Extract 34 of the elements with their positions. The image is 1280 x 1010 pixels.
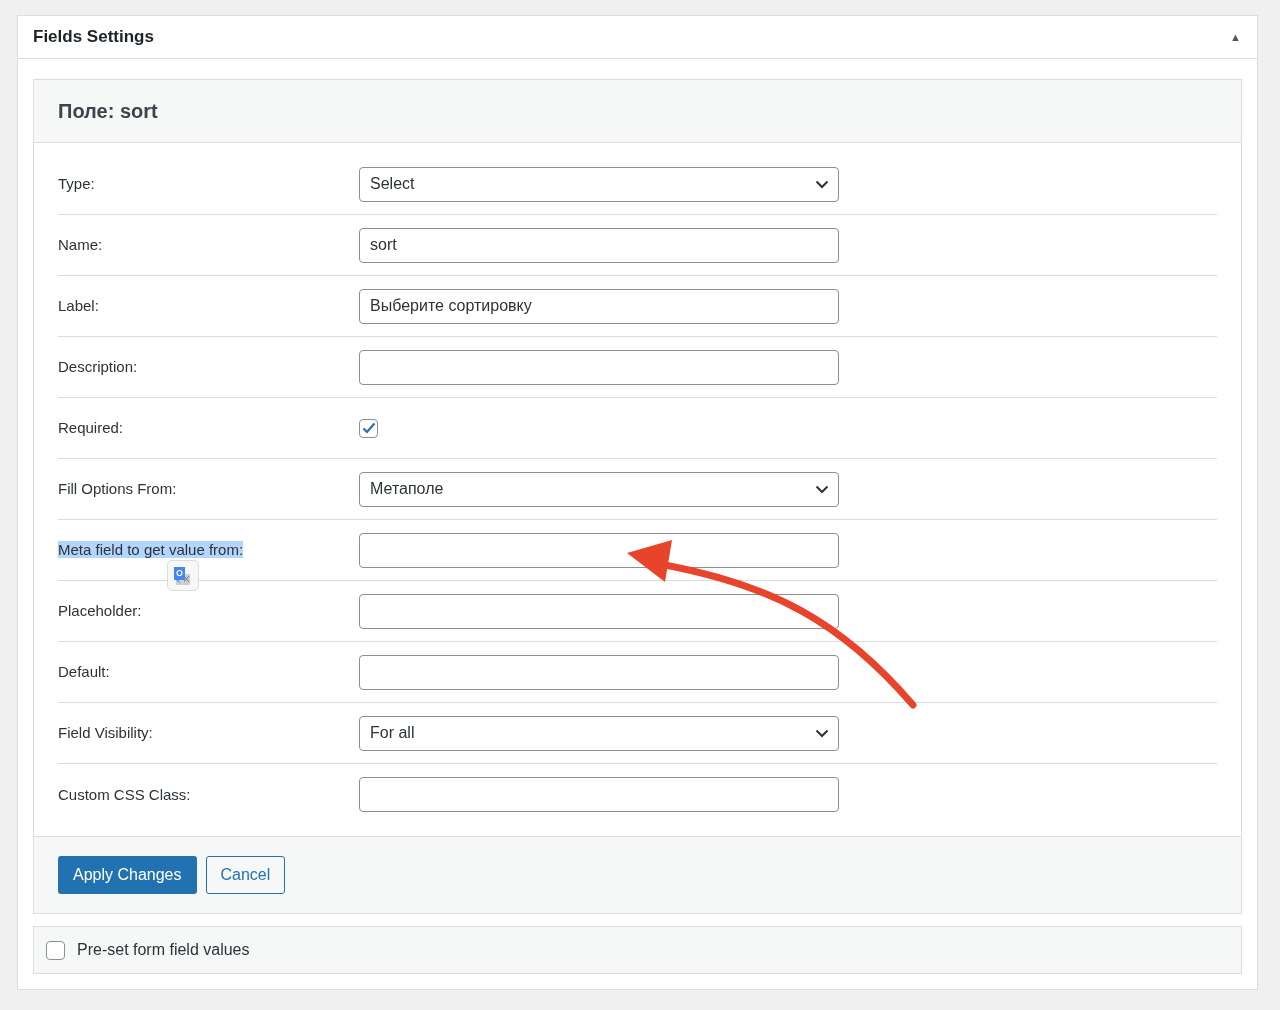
checkbox-label: Pre-set form field values bbox=[77, 940, 250, 960]
field-label: Description: bbox=[58, 358, 138, 375]
input-field[interactable] bbox=[359, 349, 839, 385]
field-label: Default: bbox=[58, 663, 110, 680]
field-label: Fill Options From: bbox=[58, 480, 177, 497]
collapse-toggle[interactable]: ▲ bbox=[1230, 28, 1241, 46]
field-label: Required: bbox=[58, 419, 124, 436]
checkbox[interactable] bbox=[359, 418, 378, 438]
cancel-button[interactable]: Cancel bbox=[205, 856, 286, 894]
input-field[interactable] bbox=[359, 593, 839, 629]
translate-icon[interactable] bbox=[167, 560, 199, 591]
chevron-down-icon bbox=[815, 179, 829, 189]
select-dropdown[interactable]: Метаполе bbox=[359, 471, 839, 507]
field-label: Placeholder: bbox=[58, 602, 142, 619]
field-label: Field Visibility: bbox=[58, 724, 153, 741]
checkbox[interactable] bbox=[46, 940, 65, 960]
apply-button[interactable]: Apply Changes bbox=[58, 856, 197, 894]
field-label: Custom CSS Class: bbox=[58, 785, 191, 803]
field-title: Поле: sort bbox=[58, 99, 158, 124]
checkmark-icon bbox=[361, 422, 376, 434]
field-label: Type: bbox=[58, 175, 95, 192]
input-field[interactable]: sort bbox=[359, 227, 839, 263]
input-field[interactable] bbox=[359, 532, 839, 568]
field-label: Label: bbox=[58, 297, 99, 314]
input-field[interactable] bbox=[359, 777, 839, 812]
select-dropdown[interactable]: For all bbox=[359, 715, 839, 751]
input-field[interactable] bbox=[359, 654, 839, 690]
panel-title: Fields Settings bbox=[33, 26, 154, 49]
chevron-down-icon bbox=[815, 484, 829, 494]
field-label: Name: bbox=[58, 236, 103, 253]
input-field[interactable]: Выберите сортировку bbox=[359, 288, 839, 324]
field-label: Meta field to get value from: bbox=[58, 541, 244, 558]
select-dropdown[interactable]: Select bbox=[359, 166, 839, 202]
chevron-down-icon bbox=[815, 728, 829, 738]
